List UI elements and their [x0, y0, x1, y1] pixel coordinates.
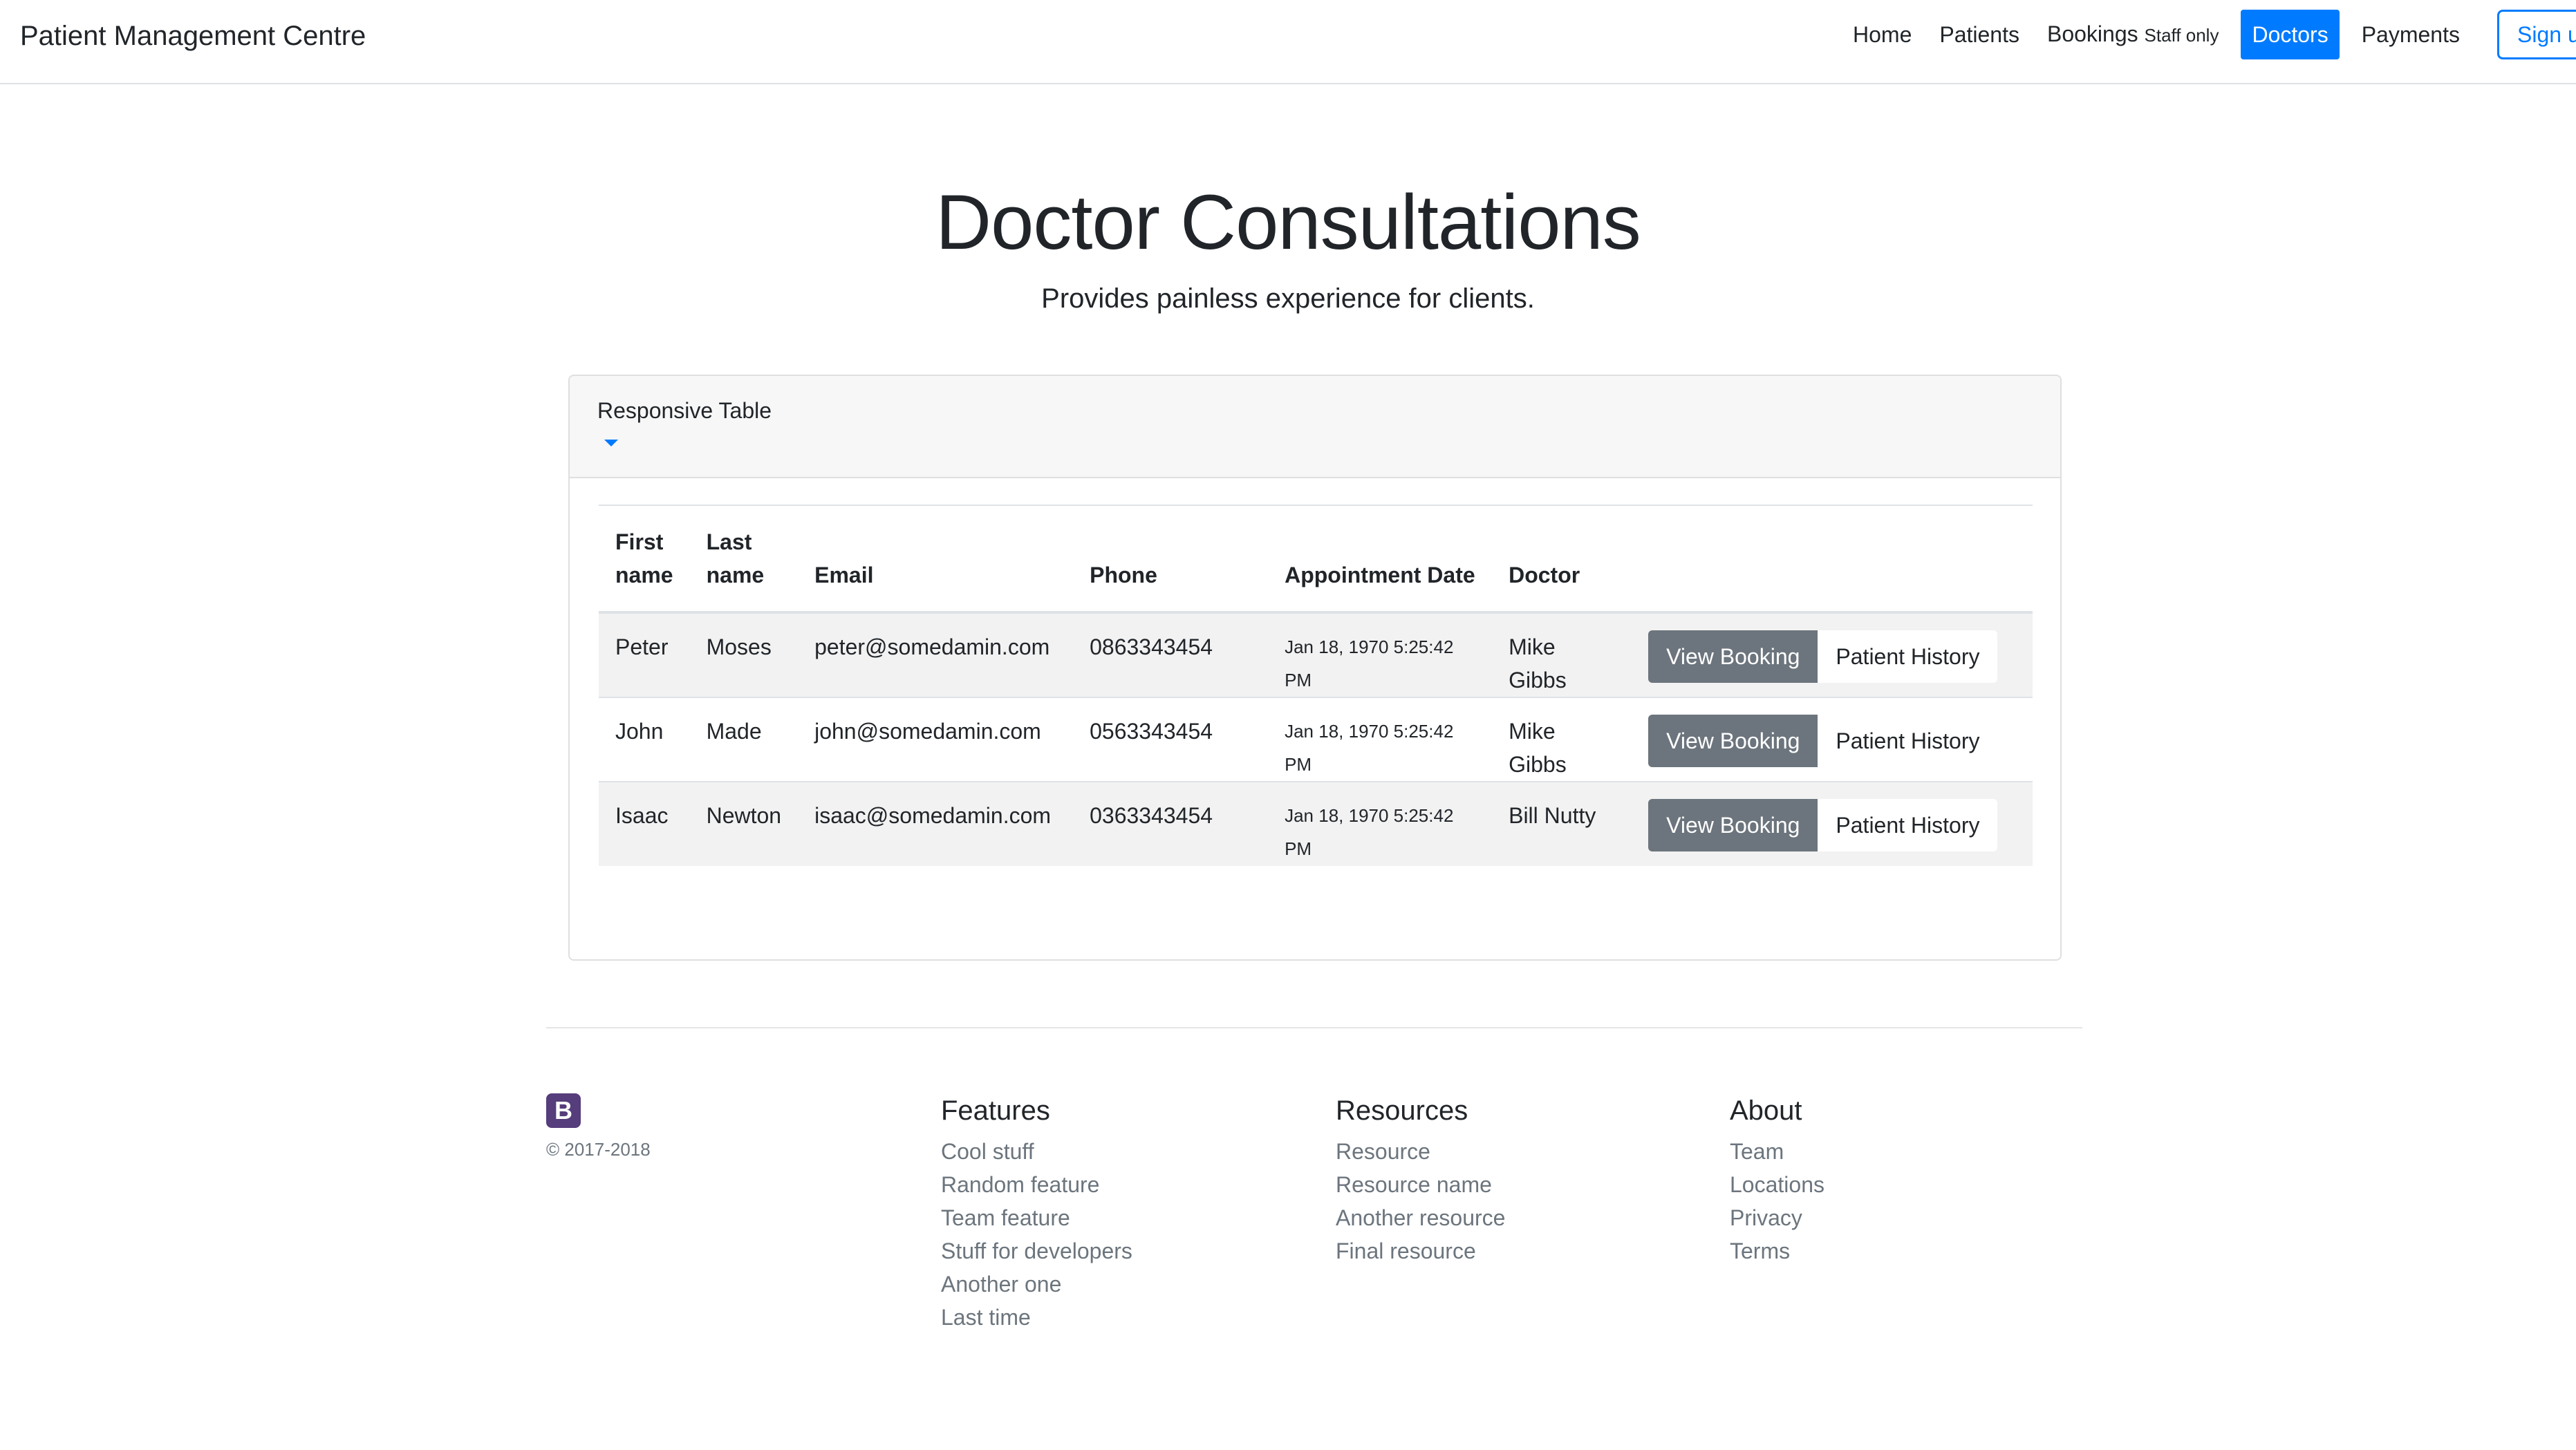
view-booking-button[interactable]: View Booking: [1648, 630, 1818, 683]
header-actions: [1632, 505, 2033, 612]
caret-down-icon[interactable]: [604, 440, 618, 446]
footer-link[interactable]: Terms: [1730, 1234, 1824, 1268]
header-doctor: Doctor: [1509, 563, 1580, 587]
page-title: Doctor Consultations: [935, 179, 1641, 265]
cell-actions: View Booking Patient History: [1632, 782, 2033, 866]
header-appointment-date: Appointment Date: [1285, 563, 1475, 587]
sign-up-button[interactable]: Sign u: [2497, 10, 2576, 59]
copyright-text: © 2017-2018: [546, 1139, 651, 1160]
footer-link[interactable]: Resource name: [1336, 1168, 1505, 1201]
header-phone: Phone: [1090, 563, 1157, 587]
nav-link-doctors[interactable]: Doctors: [2241, 10, 2340, 59]
cell-first-name: Isaac: [615, 803, 669, 828]
table-row: John Made john@somedamin.com 0563343454 …: [599, 697, 2033, 782]
nav-link-bookings[interactable]: Bookings Staff only: [2033, 9, 2232, 60]
nav-link-home[interactable]: Home: [1839, 10, 1925, 59]
nav-link-bookings-label: Bookings: [2046, 21, 2138, 46]
view-booking-button[interactable]: View Booking: [1648, 799, 1818, 851]
cell-phone: 0863343454: [1090, 634, 1213, 659]
footer-about-title: About: [1730, 1095, 1802, 1126]
table-row: Isaac Newton isaac@somedamin.com 0363343…: [599, 782, 2033, 866]
footer-about: About Team Locations Privacy Terms: [1730, 1093, 1824, 1268]
footer-divider: [546, 1027, 2082, 1028]
nav-link-patients[interactable]: Patients: [1925, 10, 2033, 59]
footer-link[interactable]: Another resource: [1336, 1201, 1505, 1234]
navbar: Patient Management Centre Home Patients …: [0, 0, 2576, 84]
cell-doctor: Mike Gibbs: [1509, 634, 1567, 693]
bootstrap-logo-icon: B: [546, 1093, 581, 1128]
patient-history-button[interactable]: Patient History: [1818, 799, 1998, 851]
cell-appointment-date: Jan 18, 1970 5:25:42 PM: [1285, 721, 1454, 775]
cell-phone: 0563343454: [1090, 719, 1213, 744]
page-subtitle: Provides painless experience for clients…: [1041, 283, 1535, 314]
nav-links: Home Patients Bookings Staff only Doctor…: [1839, 10, 2474, 59]
cell-email: john@somedamin.com: [814, 719, 1041, 744]
cell-last-name: Moses: [706, 634, 772, 659]
footer-features-title: Features: [941, 1095, 1050, 1126]
cell-doctor: Mike Gibbs: [1509, 719, 1567, 777]
table-header-row: First name Last name Email Phone Appoint…: [599, 505, 2033, 612]
footer-link[interactable]: Random feature: [941, 1168, 1132, 1201]
cell-doctor: Bill Nutty: [1509, 803, 1596, 828]
footer-link[interactable]: Locations: [1730, 1168, 1824, 1201]
footer-link[interactable]: Stuff for developers: [941, 1234, 1132, 1268]
cell-last-name: Made: [706, 719, 762, 744]
footer-link[interactable]: Another one: [941, 1268, 1132, 1301]
brand-title[interactable]: Patient Management Centre: [20, 19, 366, 53]
footer-link[interactable]: Team: [1730, 1135, 1824, 1168]
cell-last-name: Newton: [706, 803, 782, 828]
header-email: Email: [814, 563, 874, 587]
cell-first-name: Peter: [615, 634, 669, 659]
view-booking-button[interactable]: View Booking: [1648, 715, 1818, 767]
footer-link[interactable]: Resource: [1336, 1135, 1505, 1168]
cell-email: isaac@somedamin.com: [814, 803, 1052, 828]
footer-link[interactable]: Privacy: [1730, 1201, 1824, 1234]
header-first-name: First name: [615, 529, 673, 587]
consultations-table: First name Last name Email Phone Appoint…: [599, 505, 2033, 866]
footer-resources-title: Resources: [1336, 1095, 1468, 1126]
cell-actions: View Booking Patient History: [1632, 612, 2033, 697]
patient-history-button[interactable]: Patient History: [1818, 715, 1998, 767]
footer-features: Features Cool stuff Random feature Team …: [941, 1093, 1132, 1334]
card-header: Responsive Table: [570, 376, 2060, 478]
header-last-name: Last name: [706, 529, 765, 587]
footer-link[interactable]: Team feature: [941, 1201, 1132, 1234]
footer-link[interactable]: Last time: [941, 1301, 1132, 1334]
staff-only-note: Staff only: [2144, 25, 2219, 46]
card-title: Responsive Table: [597, 398, 772, 423]
cell-first-name: John: [615, 719, 664, 744]
nav-link-payments[interactable]: Payments: [2348, 10, 2474, 59]
cell-email: peter@somedamin.com: [814, 634, 1050, 659]
table-card: Responsive Table First name Last name Em…: [568, 375, 2062, 961]
table-row: Peter Moses peter@somedamin.com 08633434…: [599, 612, 2033, 697]
cell-actions: View Booking Patient History: [1632, 697, 2033, 782]
cell-appointment-date: Jan 18, 1970 5:25:42 PM: [1285, 637, 1454, 690]
footer-resources: Resources Resource Resource name Another…: [1336, 1093, 1505, 1268]
cell-phone: 0363343454: [1090, 803, 1213, 828]
cell-appointment-date: Jan 18, 1970 5:25:42 PM: [1285, 805, 1454, 859]
patient-history-button[interactable]: Patient History: [1818, 630, 1998, 683]
footer-link[interactable]: Cool stuff: [941, 1135, 1132, 1168]
footer-link[interactable]: Final resource: [1336, 1234, 1505, 1268]
